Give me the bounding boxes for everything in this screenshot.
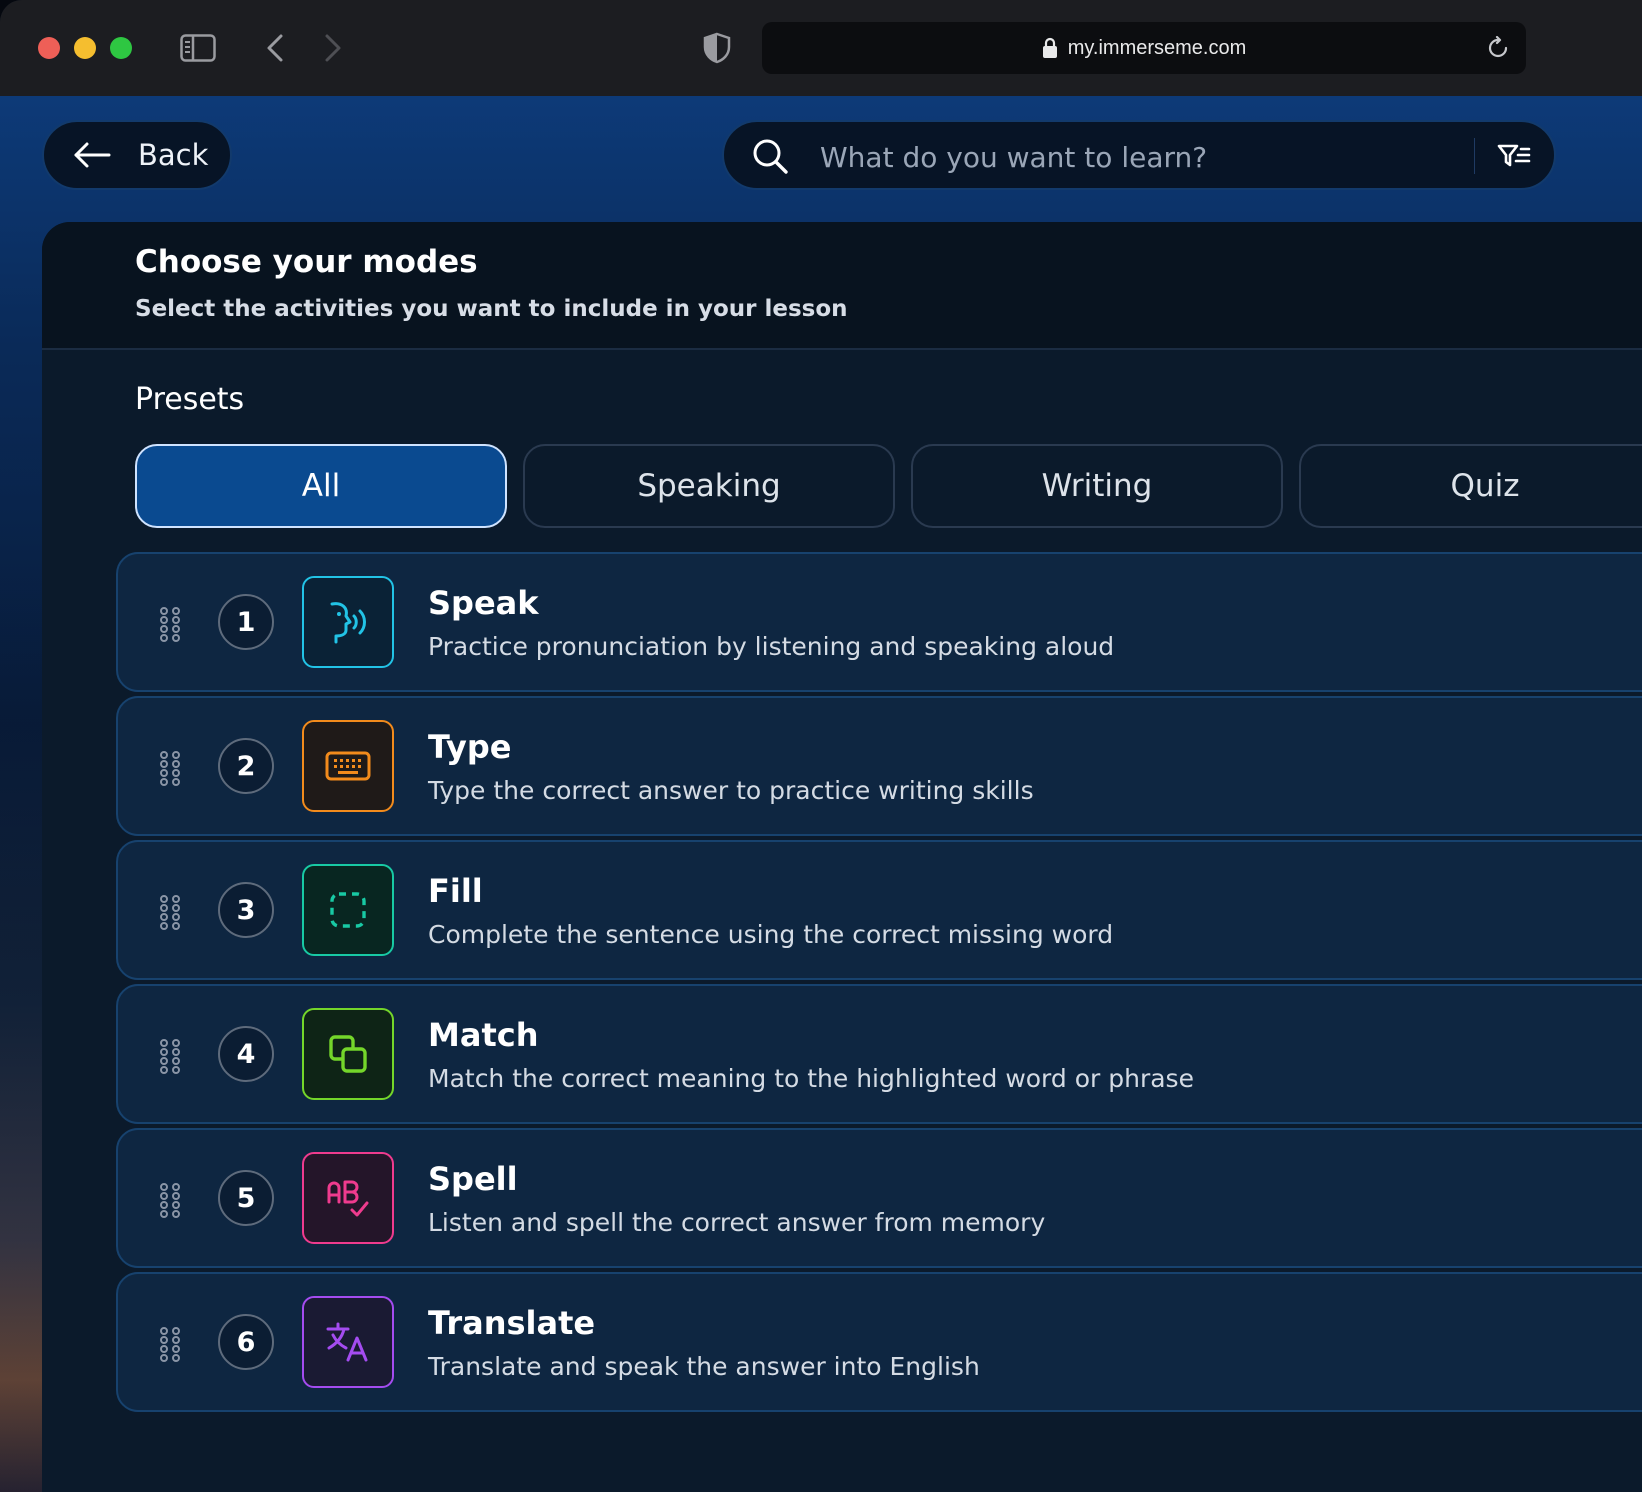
mode-description: Complete the sentence using the correct … [428,920,1114,949]
mode-description: Type the correct answer to practice writ… [428,776,1034,805]
translate-icon [302,1296,394,1388]
preset-tab-writing[interactable]: Writing [911,444,1283,528]
page-background: Back Choose your modes Select the activi… [0,96,1642,1492]
preset-tab-all[interactable]: All [135,444,507,528]
drag-handle-icon[interactable] [158,1182,182,1218]
mode-row-speak[interactable]: 1 Speak Practice pronunciation by listen… [116,552,1642,692]
mode-description: Match the correct meaning to the highlig… [428,1064,1194,1093]
preset-tab-speaking[interactable]: Speaking [523,444,895,528]
mode-title: Type [428,728,512,766]
mode-title: Match [428,1016,539,1054]
presets-label: Presets [135,382,245,417]
page-title: Choose your modes [135,244,478,280]
mode-row-spell[interactable]: 5 Spell Listen and spell the correct ans… [116,1128,1642,1268]
minimize-window-button[interactable] [74,37,96,59]
arrow-left-icon [72,140,112,170]
mode-description: Practice pronunciation by listening and … [428,632,1115,661]
spell-icon [302,1152,394,1244]
lock-icon [1042,37,1058,59]
fill-blank-icon [302,864,394,956]
url-text: my.immerseme.com [1067,36,1247,59]
speak-icon [302,576,394,668]
modes-panel: Choose your modes Select the activities … [42,222,1642,1492]
close-window-button[interactable] [38,37,60,59]
match-icon [302,1008,394,1100]
mode-row-fill[interactable]: 3 Fill Complete the sentence using the c… [116,840,1642,980]
mode-description: Translate and speak the answer into Engl… [428,1352,980,1381]
mode-row-type[interactable]: 2 Type Type the correct answer to practi… [116,696,1642,836]
browser-forward-icon[interactable] [316,26,350,70]
drag-handle-icon[interactable] [158,750,182,786]
reload-icon[interactable] [1484,34,1512,62]
sidebar-toggle-icon[interactable] [176,26,220,70]
filter-icon[interactable] [1494,139,1534,173]
search-bar [722,120,1556,190]
mode-number: 6 [218,1314,274,1370]
mode-number: 5 [218,1170,274,1226]
back-button[interactable]: Back [42,120,232,190]
address-bar[interactable]: my.immerseme.com [762,22,1526,74]
keyboard-icon [302,720,394,812]
browser-window: my.immerseme.com Back Cho [0,0,1642,1492]
drag-handle-icon[interactable] [158,894,182,930]
mode-title: Fill [428,872,483,910]
drag-handle-icon[interactable] [158,1326,182,1362]
zoom-window-button[interactable] [110,37,132,59]
panel-header: Choose your modes Select the activities … [42,222,1642,350]
search-divider [1474,138,1475,174]
drag-handle-icon[interactable] [158,606,182,642]
mode-title: Spell [428,1160,518,1198]
browser-back-icon[interactable] [258,26,292,70]
drag-handle-icon[interactable] [158,1038,182,1074]
mode-title: Speak [428,584,539,622]
browser-titlebar: my.immerseme.com [0,0,1642,96]
page-subtitle: Select the activities you want to includ… [135,296,848,322]
mode-description: Listen and spell the correct answer from… [428,1208,1046,1237]
mode-number: 4 [218,1026,274,1082]
mode-number: 3 [218,882,274,938]
back-label: Back [138,138,209,172]
mode-number: 1 [218,594,274,650]
mode-row-match[interactable]: 4 Match Match the correct meaning to the… [116,984,1642,1124]
search-icon [750,136,790,176]
preset-tab-quiz[interactable]: Quiz [1299,444,1642,528]
mode-row-translate[interactable]: 6 Translate Translate and speak the answ… [116,1272,1642,1412]
search-input[interactable] [818,132,1422,182]
mode-title: Translate [428,1304,596,1342]
mode-number: 2 [218,738,274,794]
privacy-shield-icon[interactable] [700,26,734,70]
